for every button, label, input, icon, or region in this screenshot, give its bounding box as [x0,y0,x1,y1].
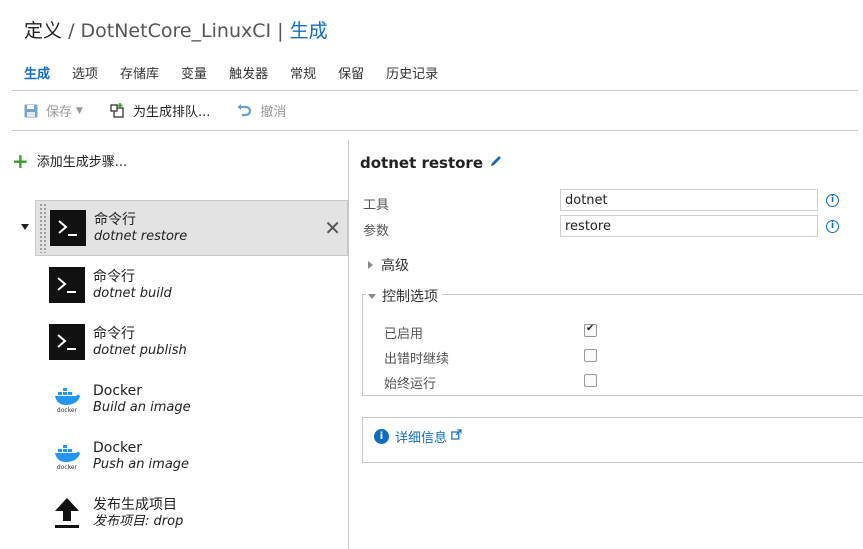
enabled-label: 已启用 [384,327,424,342]
control-options-toggle[interactable]: 控制选项 [366,286,442,306]
tab-retention[interactable]: 保留 [338,63,364,82]
panel-splitter[interactable] [348,140,349,549]
terminal-icon [50,210,86,246]
save-icon [24,104,38,118]
task-title: dotnet restore [360,154,503,172]
step-description: dotnet publish [93,342,187,358]
build-step-item[interactable]: 命令行 dotnet restore ✕ [35,200,348,256]
step-description: 发布项目: drop [93,513,184,529]
always-run-label: 始终运行 [384,377,437,392]
tab-build[interactable]: 生成 [24,63,50,82]
upload-icon [49,495,85,531]
plus-icon: + [12,148,29,173]
task-details-panel: dotnet restore 工具 i 参数 i 高级 控制选项 已启用 出错时… [360,140,863,549]
build-step-item[interactable]: 命令行 dotnet publish [35,314,348,370]
toolbar: 保存 ▼ 为生成排队... 撤消 [24,101,312,120]
page-title: 定义 / DotNetCore_LinuxCI | 生成 [24,16,328,43]
svg-text:docker: docker [57,464,78,471]
step-name: 发布生成项目 [93,496,177,513]
task-title-text: dotnet restore [360,154,484,172]
step-name: Docker [93,439,143,456]
edit-pencil-icon[interactable] [489,154,503,172]
save-button[interactable]: 保存 ▼ [24,101,83,120]
build-step-item[interactable]: 发布生成项目 发布项目: drop [35,485,348,541]
arguments-info-icon[interactable]: i [826,220,839,233]
tool-info-icon[interactable]: i [826,194,839,207]
tab-options[interactable]: 选项 [72,63,98,82]
step-description: dotnet restore [94,228,188,244]
control-options-label: 控制选项 [382,289,438,305]
queue-build-button[interactable]: 为生成排队... [109,101,210,120]
tab-history[interactable]: 历史记录 [386,63,438,82]
drag-handle[interactable] [39,203,47,253]
remove-step-close-icon[interactable]: ✕ [324,216,341,240]
continue-on-error-checkbox[interactable] [584,349,597,362]
tab-triggers[interactable]: 触发器 [229,63,268,82]
info-icon: i [374,429,389,444]
step-description: Build an image [93,399,191,415]
chevron-down-icon: ▼ [76,105,83,116]
tab-variables[interactable]: 变量 [181,63,207,82]
add-build-step-label: 添加生成步骤... [36,155,128,170]
step-description: dotnet build [93,285,172,301]
docker-icon: docker [49,381,85,417]
tab-repository[interactable]: 存储库 [120,63,159,82]
step-name: 命令行 [93,268,135,285]
queue-build-label: 为生成排队... [132,105,211,120]
add-build-step-button[interactable]: + 添加生成步骤... [12,148,128,173]
definition-name-link[interactable]: DotNetCore_LinuxCI [81,20,272,42]
toolbar-divider [12,130,858,131]
undo-label: 撤消 [260,105,287,120]
expand-arrow-icon [368,261,373,269]
arguments-label: 参数 [363,224,390,239]
build-step-item[interactable]: docker Docker Push an image [35,428,348,484]
docker-icon: docker [49,438,85,474]
terminal-icon [49,267,85,303]
step-description: Push an image [93,456,190,472]
enabled-checkbox[interactable] [584,323,597,337]
tool-label: 工具 [363,198,390,213]
definition-tabs: 生成 选项 存储库 变量 触发器 常规 保留 历史记录 [24,63,460,82]
title-separator: / [68,20,75,42]
svg-text:docker: docker [57,407,78,414]
title-separator-bar: | [277,20,284,42]
title-section: 生成 [289,20,328,42]
external-link-icon [451,429,462,444]
tabs-divider [12,90,858,91]
save-label: 保存 [46,105,73,120]
step-name: 命令行 [93,325,135,342]
more-info-label: 详细信息 [395,431,448,446]
terminal-icon [49,324,85,360]
continue-on-error-label: 出错时继续 [384,352,450,367]
build-step-item[interactable]: 命令行 dotnet build [35,257,348,313]
collapse-arrow-icon [368,293,376,299]
title-prefix: 定义 [24,20,63,42]
control-options-box [362,294,863,396]
tab-general[interactable]: 常规 [290,63,316,82]
build-steps-panel: + 添加生成步骤... 命令行 dotnet restore ✕ 命令行 dot… [12,140,348,549]
step-name: 命令行 [94,211,136,228]
build-step-item[interactable]: docker Docker Build an image [35,371,348,427]
arguments-input[interactable] [560,215,818,237]
queue-build-icon [109,102,125,119]
always-run-checkbox[interactable] [584,374,597,387]
tool-input[interactable] [560,189,818,211]
collapse-caret-icon[interactable] [21,224,29,230]
step-name: Docker [93,382,143,399]
undo-icon [236,103,252,119]
more-info-link[interactable]: i 详细信息 [374,427,462,446]
undo-button[interactable]: 撤消 [236,101,286,120]
advanced-label: 高级 [381,258,409,274]
advanced-section-toggle[interactable]: 高级 [368,255,409,275]
